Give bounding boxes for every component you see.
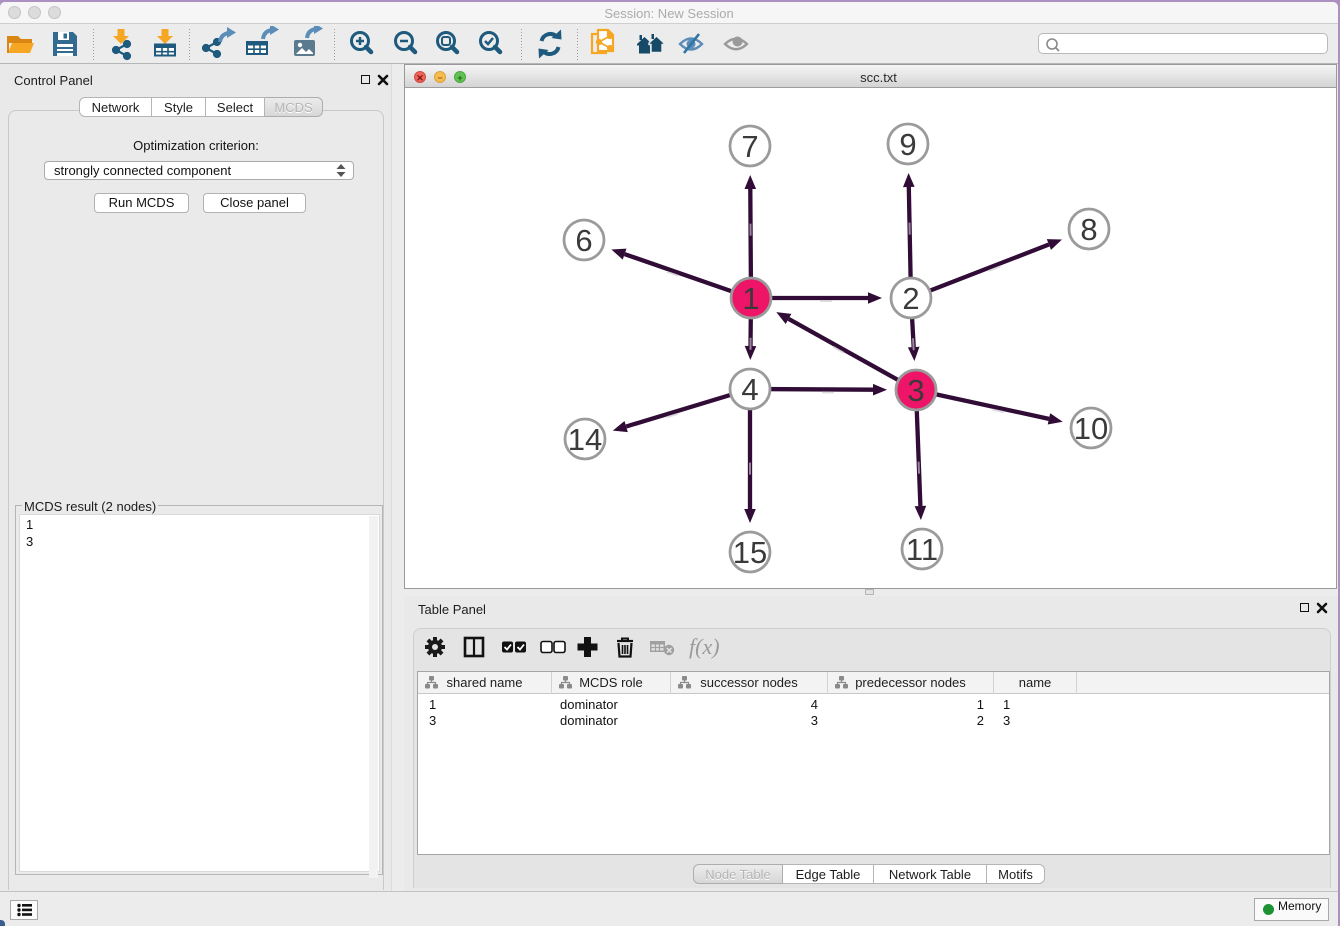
svg-text:4: 4 — [741, 372, 758, 407]
svg-text:15: 15 — [733, 535, 767, 570]
svg-text:2: 2 — [902, 281, 919, 316]
svg-text:3: 3 — [907, 373, 924, 408]
svg-text:11: 11 — [906, 532, 938, 567]
svg-text:f(x): f(x) — [689, 634, 720, 659]
svg-text:7: 7 — [741, 129, 758, 164]
svg-text:14: 14 — [568, 422, 602, 457]
svg-text:9: 9 — [899, 127, 916, 162]
svg-text:6: 6 — [575, 223, 592, 258]
svg-text:10: 10 — [1074, 411, 1108, 446]
svg-text:1: 1 — [742, 281, 759, 316]
svg-text:8: 8 — [1080, 212, 1097, 247]
